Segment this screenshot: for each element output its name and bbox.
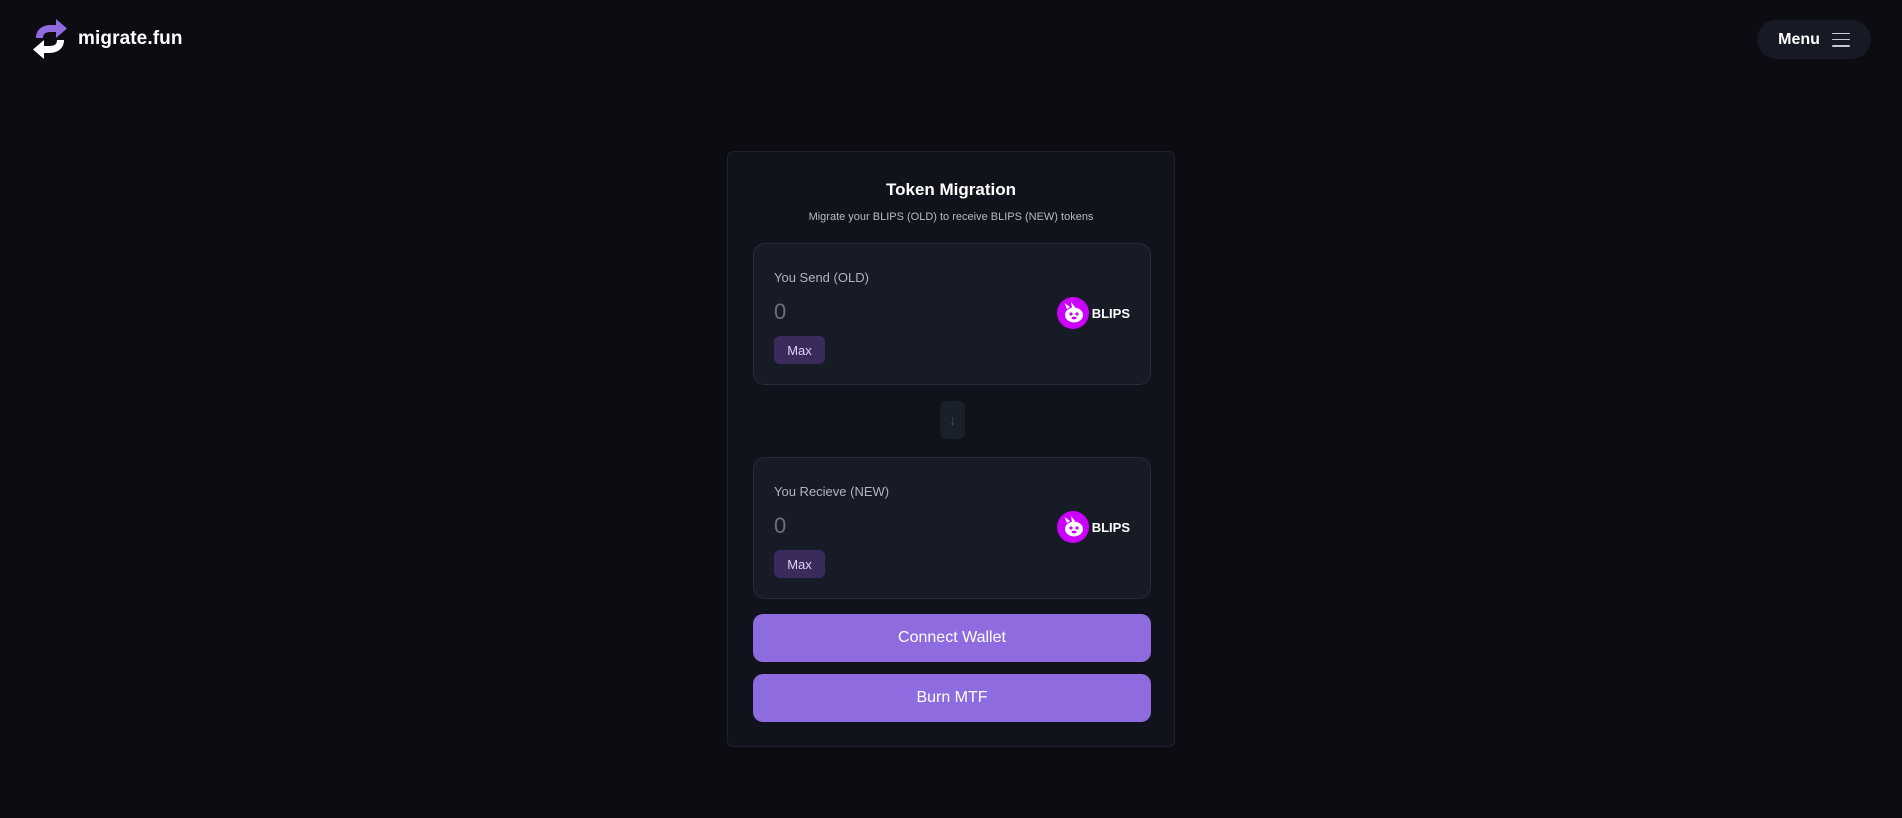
send-token: BLIPS — [1056, 297, 1130, 329]
site-name: migrate.fun — [78, 28, 183, 49]
arrow-down-icon[interactable]: ↓ — [940, 401, 965, 439]
hamburger-icon — [1831, 32, 1850, 47]
connect-wallet-button[interactable]: Connect Wallet — [753, 614, 1151, 662]
receive-token-symbol: BLIPS — [1091, 519, 1130, 535]
blips-token-icon — [1056, 297, 1089, 329]
burn-mtf-button[interactable]: Burn MTF — [753, 674, 1151, 722]
page-subtitle: Migrate your BLIPS (OLD) to receive BLIP… — [808, 211, 1094, 223]
send-panel: You Send (OLD) Max BLIPS — [753, 243, 1151, 385]
site-logo[interactable]: migrate.fun — [30, 16, 183, 62]
menu-label: Menu — [1778, 30, 1820, 48]
refresh-arrows-icon — [33, 19, 67, 59]
send-token-symbol: BLIPS — [1091, 305, 1130, 321]
page-title: Token Migration — [885, 180, 1016, 199]
menu-button[interactable]: Menu — [1757, 20, 1871, 59]
receive-token: BLIPS — [1056, 511, 1130, 543]
top-bar: migrate.fun Menu — [0, 0, 1902, 80]
send-amount-input[interactable] — [774, 297, 1014, 327]
send-label: You Send (OLD) — [774, 270, 869, 285]
receive-amount-input[interactable] — [774, 511, 1014, 541]
receive-panel: You Recieve (NEW) Max BLIPS — [753, 457, 1151, 599]
send-max-button[interactable]: Max — [774, 336, 825, 364]
blips-token-icon — [1056, 511, 1089, 543]
migration-card: Token Migration Migrate your BLIPS (OLD)… — [727, 151, 1175, 747]
receive-max-button[interactable]: Max — [774, 550, 825, 578]
receive-label: You Recieve (NEW) — [774, 484, 890, 499]
